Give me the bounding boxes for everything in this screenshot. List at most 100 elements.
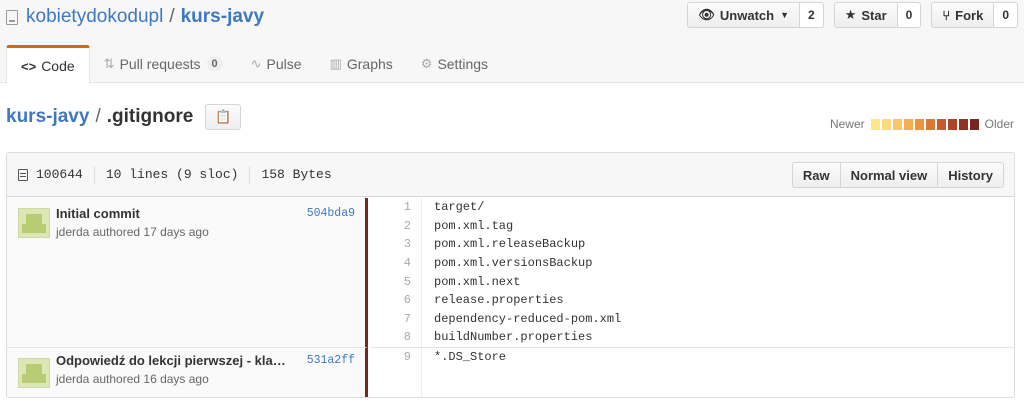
commit-sha-link[interactable]: 504bda9 <box>307 207 355 220</box>
tab-code-label: Code <box>41 58 75 74</box>
heat-swatches <box>870 118 979 130</box>
commit-author-meta: jderda authored 17 days ago <box>56 225 209 239</box>
heat-swatch-3 <box>892 118 902 130</box>
blame-commit: Odpowiedź do lekcji pierwszej - kla… jde… <box>7 347 368 397</box>
repo-header: kobietydokodupl / kurs-javy 👁 Unwatch ▼ … <box>0 0 1024 84</box>
line-content: buildNumber.properties <box>434 330 593 345</box>
file-icon <box>18 168 28 181</box>
star-label: Star <box>861 7 887 23</box>
tab-pulse[interactable]: ∿ Pulse <box>237 45 316 83</box>
code-line: 4 pom.xml.versionsBackup <box>371 253 1014 273</box>
unwatch-label: Unwatch <box>719 7 775 23</box>
line-number[interactable]: 6 <box>371 290 422 310</box>
line-content: *.DS_Store <box>434 350 507 365</box>
code-line: 9 *.DS_Store <box>371 348 1014 367</box>
code-icon: <> <box>21 58 37 74</box>
heat-newer-label: Newer <box>829 117 865 131</box>
tab-graphs[interactable]: ▥ Graphs <box>316 45 407 83</box>
line-number[interactable]: 9 <box>371 348 422 367</box>
repo-owner-link[interactable]: kobietydokodupl <box>26 6 163 28</box>
blame-view: Initial commit jderda authored 17 days a… <box>7 198 1014 397</box>
graph-icon: ▥ <box>329 56 342 71</box>
tab-settings[interactable]: ⚙ Settings <box>407 45 502 83</box>
line-number[interactable]: 7 <box>371 309 422 329</box>
line-number[interactable]: 2 <box>371 216 422 236</box>
file-mode: 100644 <box>36 167 83 182</box>
tab-pull-requests[interactable]: ⇅ Pull requests 0 <box>90 45 237 83</box>
avatar[interactable] <box>18 358 50 388</box>
fork-label: Fork <box>955 7 984 23</box>
code-line: 6 release.properties <box>371 290 1014 310</box>
commit-author-meta: jderda authored 16 days ago <box>56 372 209 386</box>
heat-older-label: Older <box>984 117 1014 131</box>
line-content: dependency-reduced-pom.xml <box>434 311 622 326</box>
breadcrumb-repo-link[interactable]: kurs-javy <box>6 106 89 128</box>
line-content: release.properties <box>434 293 564 308</box>
line-number[interactable]: 3 <box>371 235 422 254</box>
gear-icon: ⚙ <box>420 56 433 71</box>
blame-heat-legend: Newer Older <box>830 117 1014 131</box>
code-filler <box>371 366 1014 397</box>
code-line: 7 dependency-reduced-pom.xml <box>371 309 1014 329</box>
fork-icon: ⑂ <box>942 7 951 23</box>
watchers-count[interactable]: 2 <box>800 2 824 28</box>
line-number-gutter <box>371 366 422 397</box>
heat-swatch-5 <box>914 118 924 130</box>
breadcrumb-file-name: .gitignore <box>106 106 194 127</box>
file-actions: Raw Normal view History <box>791 162 1004 188</box>
normal-view-button[interactable]: Normal view <box>839 162 939 188</box>
code-line: 8 buildNumber.properties <box>371 328 1014 347</box>
heat-swatch-2 <box>881 118 891 130</box>
avatar[interactable] <box>18 208 50 238</box>
copy-path-button[interactable]: 📋 <box>205 104 242 130</box>
unwatch-button[interactable]: 👁 Unwatch ▼ <box>687 2 800 28</box>
clipboard-icon: 📋 <box>215 109 232 124</box>
tab-pull-requests-label: Pull requests <box>119 56 201 72</box>
line-number[interactable]: 4 <box>371 253 422 273</box>
file-box: 100644 10 lines (9 sloc) 158 Bytes Raw N… <box>6 152 1015 398</box>
forks-count[interactable]: 0 <box>994 2 1018 28</box>
code-line: 5 pom.xml.next <box>371 272 1014 291</box>
star-button[interactable]: ★ Star <box>833 2 898 28</box>
raw-button[interactable]: Raw <box>791 162 841 188</box>
commit-message-link[interactable]: Initial commit <box>56 206 140 221</box>
stars-count[interactable]: 0 <box>897 2 922 28</box>
repo-name-link[interactable]: kurs-javy <box>181 6 264 28</box>
file-header: 100644 10 lines (9 sloc) 158 Bytes Raw N… <box>7 153 1014 197</box>
commit-sha-link[interactable]: 531a2ff <box>307 354 355 367</box>
file-lines: 10 lines (9 sloc) <box>105 167 239 182</box>
chevron-down-icon: ▼ <box>780 10 789 20</box>
heat-swatch-4 <box>903 118 913 130</box>
code-block: 1 target/ 2 pom.xml.tag 3 pom.xml.releaseBa… <box>371 198 1014 347</box>
code-block: 9 *.DS_Store <box>371 347 1014 397</box>
watch-group: 👁 Unwatch ▼ 2 <box>687 2 824 28</box>
line-number[interactable]: 8 <box>371 328 422 347</box>
tab-graphs-label: Graphs <box>346 56 393 72</box>
code-line: 2 pom.xml.tag <box>371 216 1014 236</box>
star-icon: ★ <box>844 7 857 22</box>
tab-code[interactable]: <> Code <box>6 45 90 84</box>
file-info-divider <box>249 165 251 184</box>
repo-actions: 👁 Unwatch ▼ 2 ★ Star 0 ⑂ Fork 0 <box>687 2 1018 28</box>
code-line: 1 target/ <box>371 198 1014 217</box>
line-content: pom.xml.tag <box>434 218 514 233</box>
heat-swatch-8 <box>947 118 957 130</box>
breadcrumb: kurs-javy / .gitignore 📋 <box>6 104 242 130</box>
tab-pulse-label: Pulse <box>266 56 302 72</box>
repo-book-icon <box>6 9 18 25</box>
repo-title-separator: / <box>169 6 175 27</box>
commit-message-link[interactable]: Odpowiedź do lekcji pierwszej - kla… <box>56 353 286 368</box>
blame-commit: Initial commit jderda authored 17 days a… <box>7 198 368 347</box>
line-content: pom.xml.next <box>434 274 521 289</box>
history-button[interactable]: History <box>937 162 1004 188</box>
tab-settings-label: Settings <box>437 56 489 72</box>
file-info: 100644 10 lines (9 sloc) 158 Bytes <box>18 165 332 184</box>
line-number[interactable]: 1 <box>371 198 422 217</box>
line-content: target/ <box>434 200 485 215</box>
file-size: 158 Bytes <box>261 167 332 182</box>
heat-swatch-9 <box>958 118 968 130</box>
fork-button[interactable]: ⑂ Fork <box>931 2 995 28</box>
breadcrumb-separator: / <box>95 106 101 127</box>
line-number[interactable]: 5 <box>371 272 422 291</box>
file-info-divider <box>93 165 95 184</box>
